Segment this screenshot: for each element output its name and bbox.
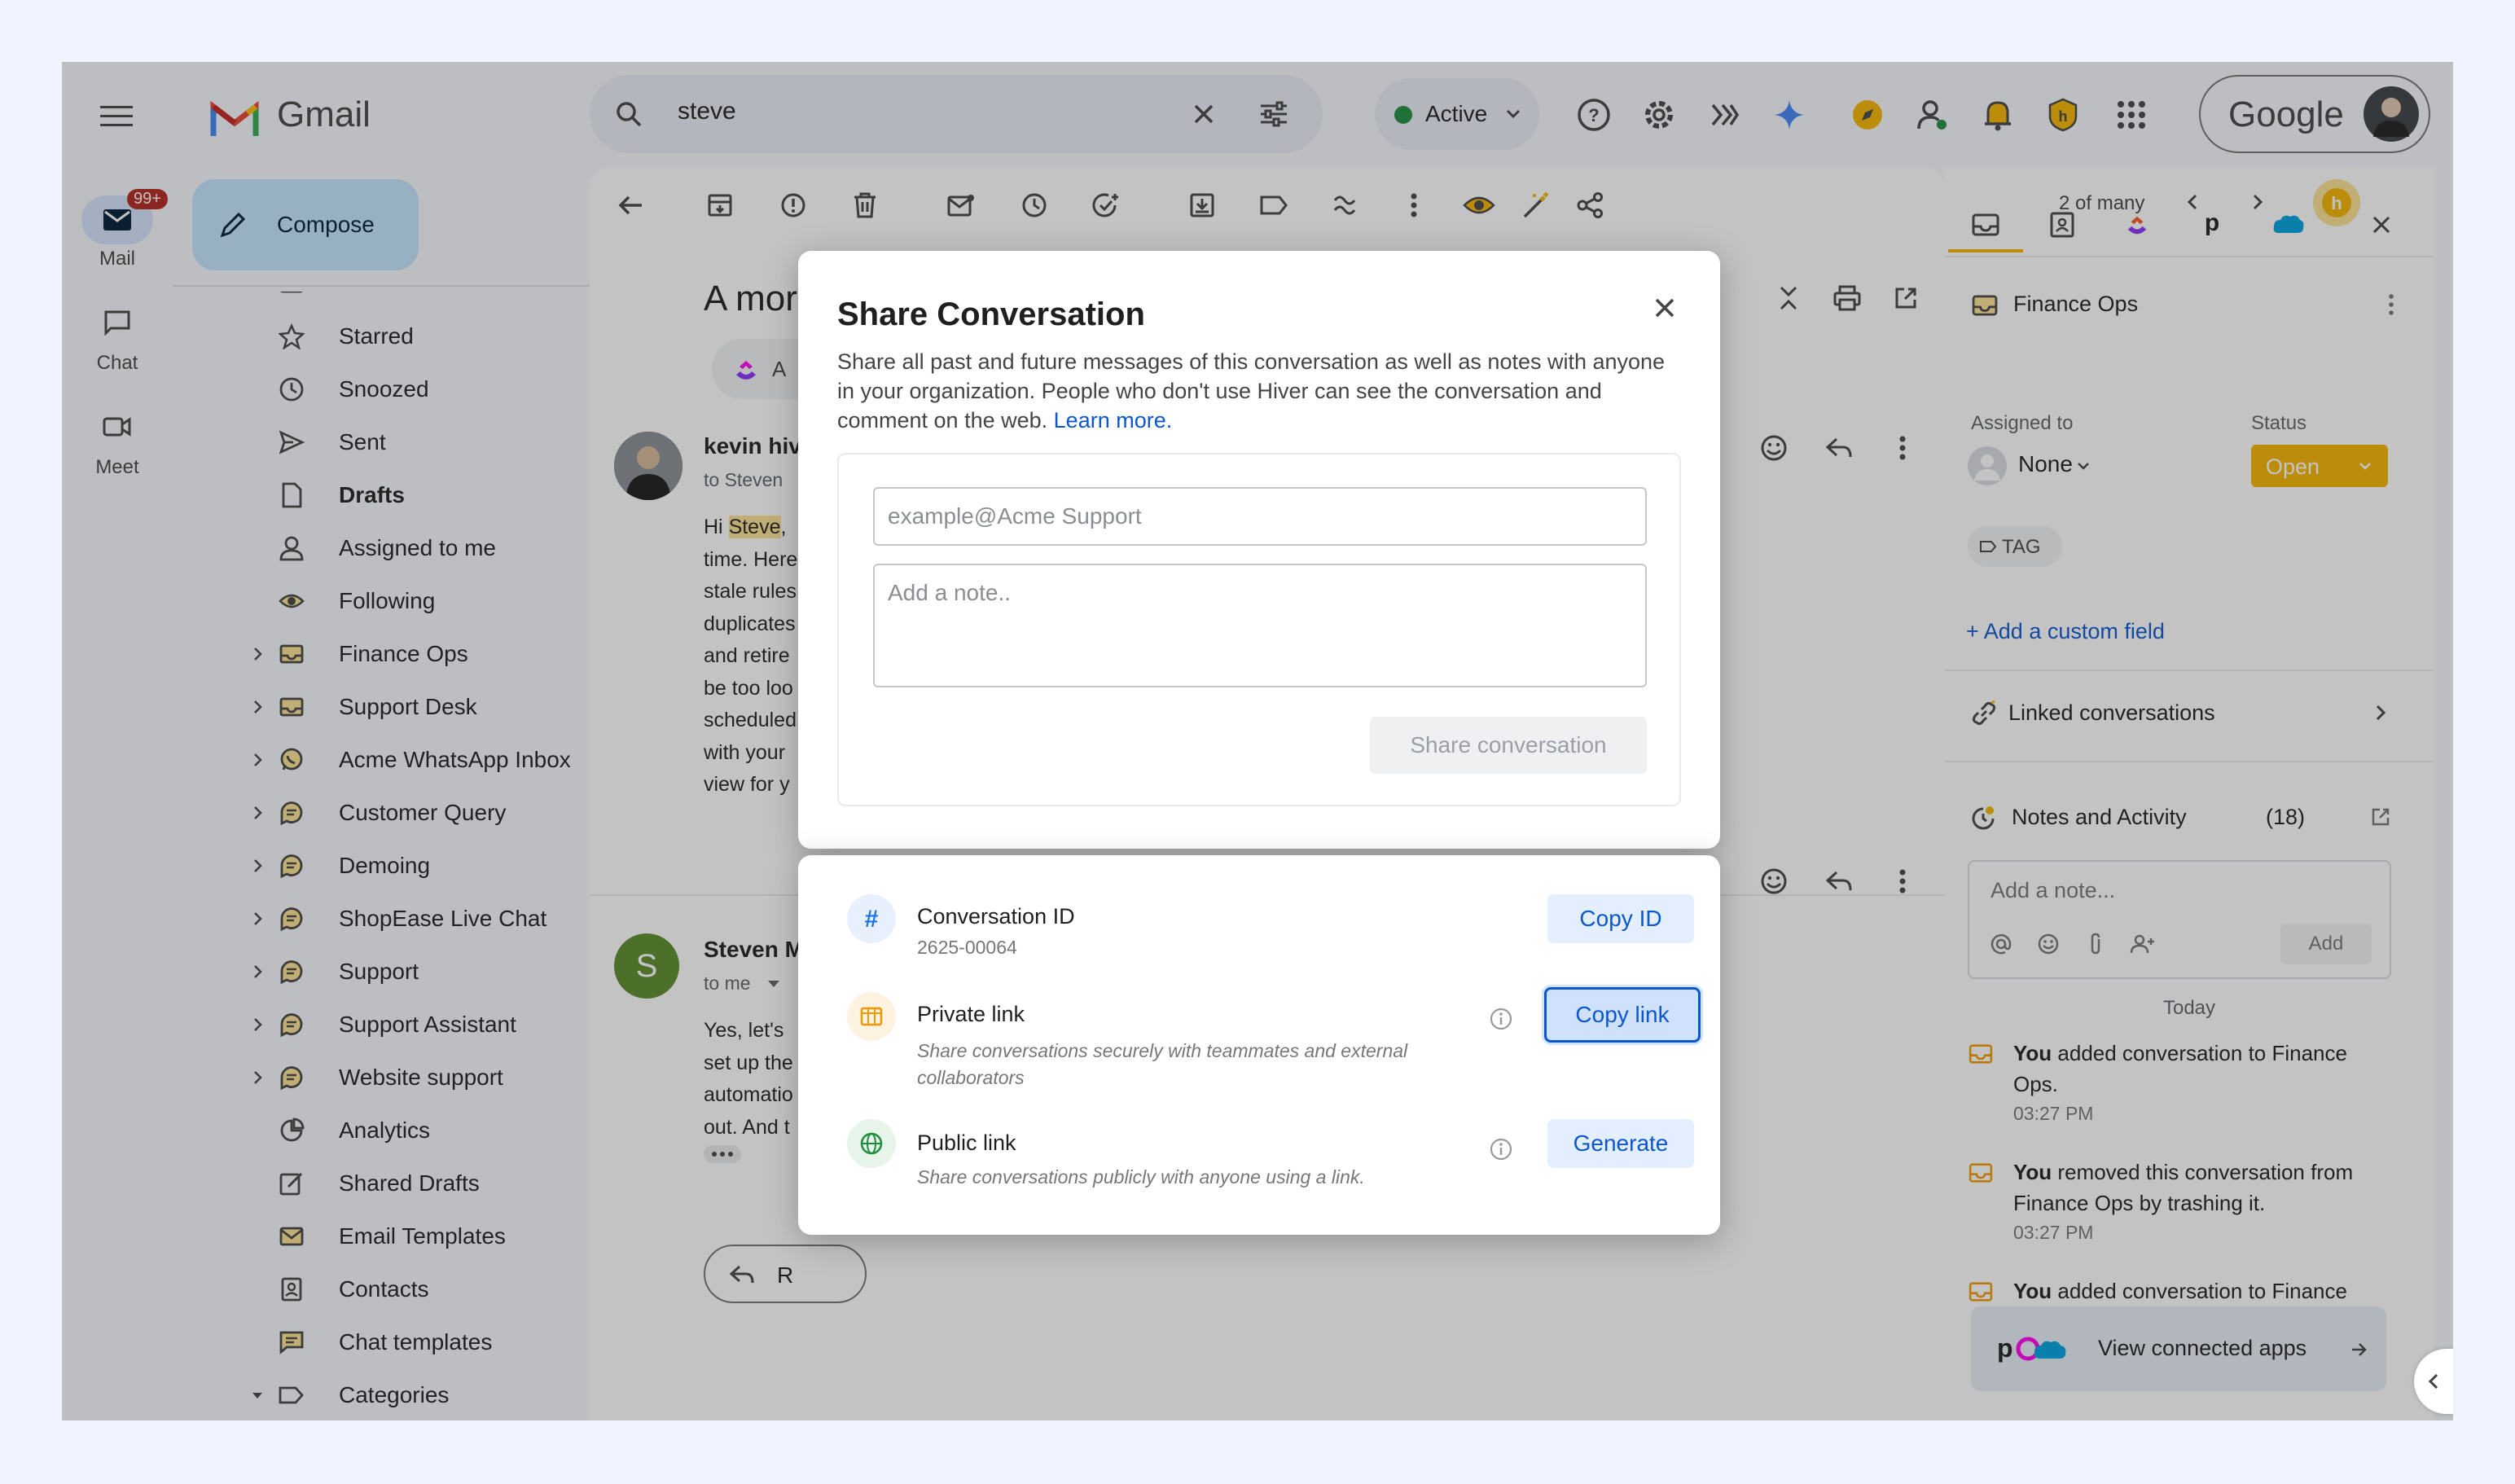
public-link-description: Share conversations publicly with anyone… <box>917 1166 1365 1188</box>
share-links-modal: # Conversation ID 2625-00064 Copy ID Pri… <box>798 855 1720 1235</box>
collapse-chevron-left-icon <box>2425 1372 2442 1391</box>
share-note-textarea[interactable]: Add a note.. <box>873 564 1647 687</box>
share-conversation-button[interactable]: Share conversation <box>1370 717 1647 774</box>
share-description-text: Share all past and future messages of th… <box>837 349 1666 432</box>
private-link-icon <box>847 992 896 1041</box>
email-placeholder: example@Acme Support <box>888 503 1142 529</box>
share-modal-description: Share all past and future messages of th… <box>837 347 1681 435</box>
hash-icon: # <box>847 894 896 943</box>
public-info-icon[interactable] <box>1487 1135 1515 1163</box>
gmail-window: 99+ Mail Chat Meet Gmail Compose Inbox St… <box>62 62 2453 1420</box>
copy-id-button[interactable]: Copy ID <box>1547 894 1694 943</box>
conversation-id-value: 2625-00064 <box>917 937 1017 958</box>
svg-text:#: # <box>865 906 879 933</box>
generate-button[interactable]: Generate <box>1547 1119 1694 1168</box>
share-modal-close-icon[interactable] <box>1648 292 1681 324</box>
public-link-label: Public link <box>917 1131 1016 1155</box>
globe-icon <box>847 1119 896 1168</box>
private-link-description: Share conversations securely with teamma… <box>917 1040 1408 1088</box>
conversation-id-label: Conversation ID <box>917 904 1075 929</box>
private-info-icon[interactable] <box>1487 1005 1515 1033</box>
share-conversation-modal: Share Conversation Share all past and fu… <box>798 251 1720 849</box>
private-link-label: Private link <box>917 1002 1025 1026</box>
share-form-card: example@Acme Support Add a note.. Share … <box>837 453 1681 806</box>
share-modal-title: Share Conversation <box>837 296 1145 332</box>
note-placeholder: Add a note.. <box>888 580 1012 605</box>
copy-link-button[interactable]: Copy link <box>1544 987 1701 1043</box>
learn-more-link[interactable]: Learn more. <box>1054 408 1173 432</box>
share-email-input[interactable]: example@Acme Support <box>873 487 1647 546</box>
